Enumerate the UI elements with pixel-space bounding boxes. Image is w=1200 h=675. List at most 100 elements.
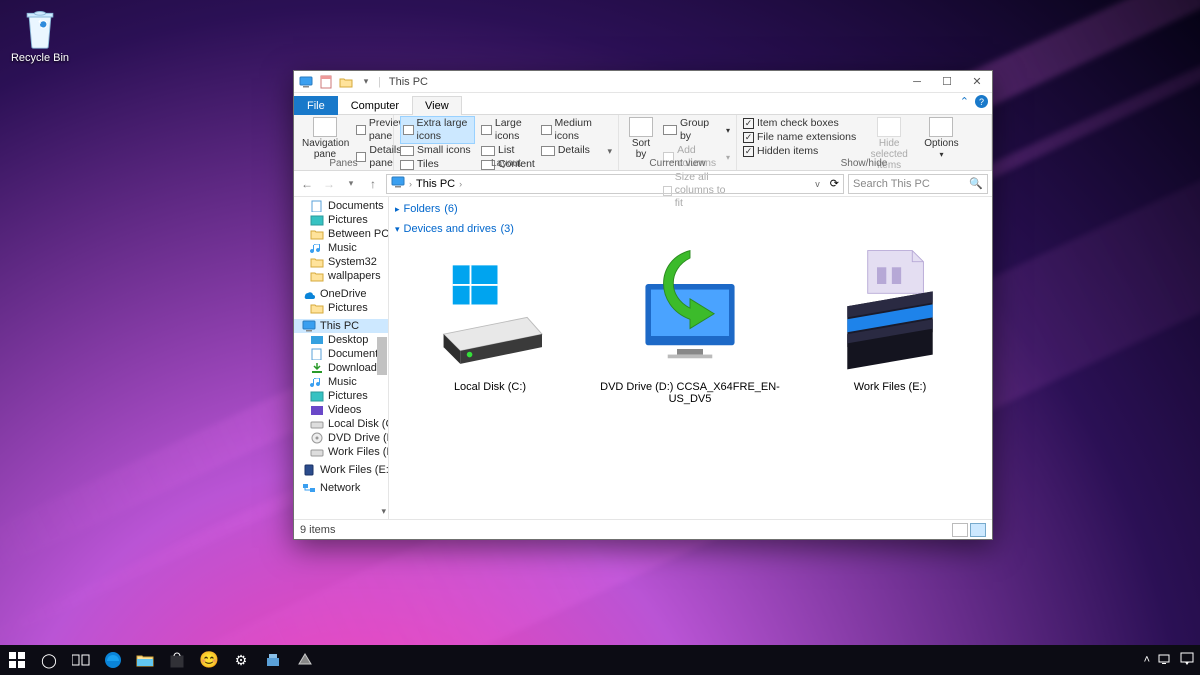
qat-dropdown-icon[interactable]: ▾ xyxy=(358,74,374,90)
address-dropdown-icon[interactable]: v xyxy=(815,179,820,189)
maximize-button[interactable]: ☐ xyxy=(932,71,962,93)
nav-item-music-pc[interactable]: Music xyxy=(294,375,388,389)
nav-recent-dropdown[interactable]: ▾ xyxy=(342,175,360,193)
recycle-bin-icon xyxy=(21,6,59,50)
nav-item-system32[interactable]: System32 xyxy=(294,255,388,269)
content-area[interactable]: ▸ Folders (6) ▾ Devices and drives (3) xyxy=(389,197,992,519)
drive-c-icon xyxy=(425,245,555,375)
nav-item-documents-pc[interactable]: Documents xyxy=(294,347,388,361)
nav-item-network[interactable]: Network xyxy=(294,481,388,495)
layout-group-label: Layout xyxy=(400,157,612,169)
view-icons-button[interactable] xyxy=(970,523,986,537)
nav-item-between-pcs[interactable]: Between PCs xyxy=(294,227,388,241)
edge-taskbar-icon[interactable] xyxy=(102,649,124,671)
tab-computer[interactable]: Computer xyxy=(338,96,412,115)
ribbon-collapse-icon[interactable]: ⌃ xyxy=(960,95,969,108)
search-icon: 🔍 xyxy=(969,177,983,190)
file-explorer-taskbar-icon[interactable] xyxy=(134,649,156,671)
chevron-down-icon: ▾ xyxy=(395,224,400,235)
nav-scrollbar-thumb[interactable] xyxy=(377,337,387,375)
properties-qat-icon[interactable] xyxy=(318,74,334,90)
thispc-crumb-icon xyxy=(391,176,405,191)
ribbon-tabs: File Computer View ⌃ ? xyxy=(294,93,992,115)
nav-item-onedrive-pictures[interactable]: Pictures xyxy=(294,301,388,315)
titlebar[interactable]: ▾ | This PC ─ ☐ ✕ xyxy=(294,71,992,93)
drive-work-files-e[interactable]: Work Files (E:) xyxy=(795,245,985,405)
nav-item-this-pc[interactable]: This PC xyxy=(294,319,388,333)
item-checkboxes-toggle[interactable]: ✓Item check boxes xyxy=(743,117,856,130)
close-button[interactable]: ✕ xyxy=(962,71,992,93)
navigation-tree[interactable]: Documents Pictures Between PCs Music Sys… xyxy=(294,197,389,519)
view-details-button[interactable] xyxy=(952,523,968,537)
nav-item-onedrive[interactable]: OneDrive xyxy=(294,287,388,301)
nav-item-local-disk-c[interactable]: Local Disk (C:) xyxy=(294,417,388,431)
task-view-button[interactable] xyxy=(70,649,92,671)
tray-action-center-icon[interactable] xyxy=(1180,652,1194,669)
drive-dvd-d[interactable]: DVD Drive (D:) CCSA_X64FRE_EN-US_DV5 xyxy=(595,245,785,405)
nav-item-work-files-e[interactable]: Work Files (E:) xyxy=(294,445,388,459)
nav-forward-button[interactable]: → xyxy=(320,175,338,193)
desktop-recycle-bin[interactable]: Recycle Bin xyxy=(4,6,76,64)
nav-item-music-qa[interactable]: Music xyxy=(294,241,388,255)
cortana-button[interactable]: ◯ xyxy=(38,649,60,671)
minimize-button[interactable]: ─ xyxy=(902,71,932,93)
tab-view[interactable]: View xyxy=(412,96,462,115)
ribbon: Navigation pane Preview pane Details pan… xyxy=(294,115,992,171)
file-explorer-window: ▾ | This PC ─ ☐ ✕ File Computer View ⌃ ?… xyxy=(293,70,993,540)
group-folders-header[interactable]: ▸ Folders (6) xyxy=(395,199,986,219)
navigation-pane-button[interactable]: Navigation pane xyxy=(300,117,350,160)
layout-more-icon[interactable]: ▾ xyxy=(607,146,612,157)
nav-item-downloads[interactable]: Downloads xyxy=(294,361,388,375)
layout-medium[interactable]: Medium icons xyxy=(541,117,602,143)
drive-local-disk-c[interactable]: Local Disk (C:) xyxy=(395,245,585,405)
window-title: This PC xyxy=(389,76,428,88)
tray-network-icon[interactable] xyxy=(1158,653,1172,668)
nav-item-videos[interactable]: Videos xyxy=(294,403,388,417)
drive-d-label: DVD Drive (D:) CCSA_X64FRE_EN-US_DV5 xyxy=(595,381,785,405)
file-extensions-toggle[interactable]: ✓File name extensions xyxy=(743,131,856,144)
nav-item-pictures-pc[interactable]: Pictures xyxy=(294,389,388,403)
nav-item-work-files-ext[interactable]: Work Files (E:) xyxy=(294,463,388,477)
nav-back-button[interactable]: ← xyxy=(298,175,316,193)
nav-item-documents[interactable]: Documents xyxy=(294,199,388,213)
drive-e-icon xyxy=(825,245,955,375)
layout-large[interactable]: Large icons xyxy=(481,117,535,143)
layout-list[interactable]: List xyxy=(481,144,535,157)
store-taskbar-icon[interactable] xyxy=(166,649,188,671)
sort-by-button[interactable]: Sort by xyxy=(625,117,657,160)
layout-details[interactable]: Details xyxy=(541,144,602,157)
settings-taskbar-icon[interactable]: ⚙ xyxy=(230,649,252,671)
tray-chevron-icon[interactable]: ˄ xyxy=(1144,654,1150,666)
nav-item-dvd-drive[interactable]: DVD Drive (D:) C xyxy=(294,431,388,445)
system-tray[interactable]: ˄ xyxy=(1144,652,1194,669)
refresh-icon[interactable]: ⟳ xyxy=(830,177,839,190)
nav-item-wallpapers[interactable]: wallpapers xyxy=(294,269,388,283)
status-bar: 9 items xyxy=(294,519,992,539)
drive-d-icon xyxy=(625,245,755,375)
search-placeholder: Search This PC xyxy=(853,178,930,190)
thispc-icon xyxy=(298,74,314,90)
group-devices-header[interactable]: ▾ Devices and drives (3) xyxy=(395,219,986,239)
group-by-button[interactable]: Group by ▾ xyxy=(663,117,730,143)
status-item-count: 9 items xyxy=(300,524,335,536)
search-box[interactable]: Search This PC 🔍 xyxy=(848,174,988,194)
app-taskbar-icon-2[interactable] xyxy=(262,649,284,671)
new-folder-qat-icon[interactable] xyxy=(338,74,354,90)
taskbar[interactable]: ◯ 😊 ⚙ ˄ xyxy=(0,645,1200,675)
app-taskbar-icon-1[interactable]: 😊 xyxy=(198,649,220,671)
address-bar[interactable]: › This PC › v ⟳ xyxy=(386,174,844,194)
recycle-bin-label: Recycle Bin xyxy=(11,52,69,64)
showhide-group-label: Show/hide xyxy=(743,157,985,169)
tab-file[interactable]: File xyxy=(294,96,338,115)
options-button[interactable]: Options▾ xyxy=(922,117,960,159)
help-icon[interactable]: ? xyxy=(975,95,988,108)
nav-scroll-down-icon[interactable]: ▾ xyxy=(381,506,386,517)
breadcrumb-thispc[interactable]: This PC xyxy=(416,178,455,190)
start-button[interactable] xyxy=(6,649,28,671)
nav-item-desktop[interactable]: Desktop xyxy=(294,333,388,347)
nav-up-button[interactable]: ↑ xyxy=(364,175,382,193)
layout-small[interactable]: Small icons xyxy=(400,144,475,157)
layout-extra-large[interactable]: Extra large icons xyxy=(400,116,475,144)
nav-item-pictures[interactable]: Pictures xyxy=(294,213,388,227)
app-taskbar-icon-3[interactable] xyxy=(294,649,316,671)
